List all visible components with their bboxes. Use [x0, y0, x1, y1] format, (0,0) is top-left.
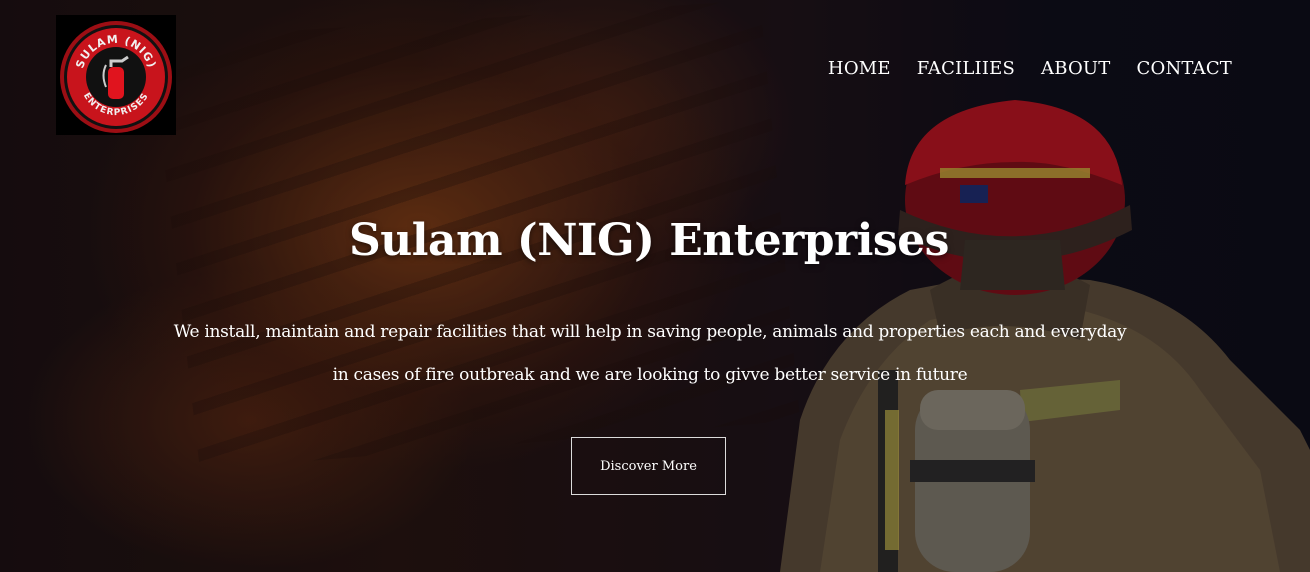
brand-logo[interactable]: SULAM (NIG) ENTERPRISES: [56, 15, 176, 135]
hero-section: SULAM (NIG) ENTERPRISES HOME FACILIIES A…: [0, 0, 1310, 572]
hero-description-line-1: We install, maintain and repair faciliti…: [173, 322, 1127, 342]
nav-home[interactable]: HOME: [828, 58, 891, 79]
hero-description: We install, maintain and repair faciliti…: [150, 311, 1150, 397]
nav-facilities[interactable]: FACILIIES: [917, 58, 1015, 79]
hero-title: Sulam (NIG) Enterprises: [349, 215, 949, 266]
nav-contact[interactable]: CONTACT: [1137, 58, 1232, 79]
nav-about[interactable]: ABOUT: [1041, 58, 1111, 79]
main-nav: HOME FACILIIES ABOUT CONTACT: [828, 58, 1232, 79]
discover-more-button[interactable]: Discover More: [571, 437, 726, 495]
hero-description-line-2: in cases of fire outbreak and we are loo…: [332, 365, 968, 385]
